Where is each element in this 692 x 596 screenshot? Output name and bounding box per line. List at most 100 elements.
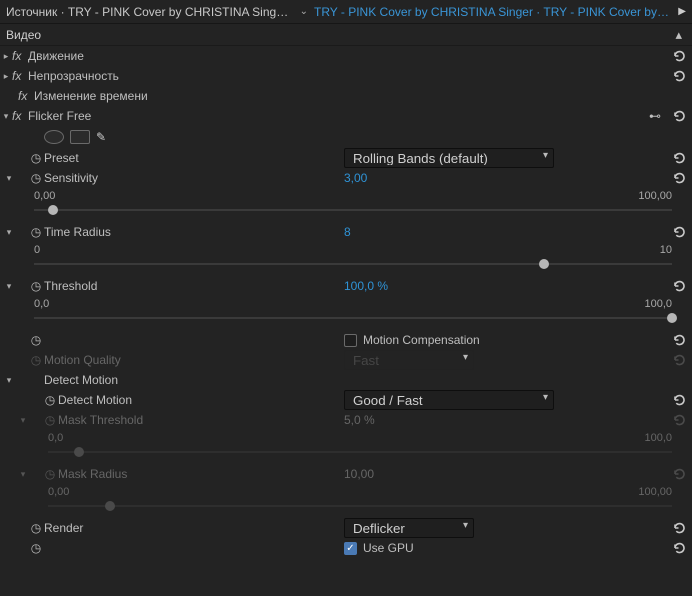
chevron-down-icon[interactable]: ⌄ — [300, 6, 308, 17]
param-render: ◷ Render Deflicker — [0, 518, 692, 538]
param-use-gpu: ◷ x ✓Use GPU — [0, 538, 692, 558]
effect-label: Flicker Free — [28, 109, 91, 123]
rect-mask-icon[interactable] — [70, 130, 90, 144]
effect-flicker-free[interactable]: fx Flicker Free ⊷ — [0, 106, 692, 126]
mask-radius-slider: 0,00 100,00 — [0, 484, 692, 518]
slider-max: 100,0 — [644, 298, 672, 310]
slider-max: 100,0 — [644, 432, 672, 444]
reset-icon[interactable] — [672, 541, 686, 555]
preset-dropdown[interactable]: Rolling Bands (default) — [344, 148, 554, 168]
play-icon[interactable]: ▶ — [678, 6, 686, 17]
param-label: Sensitivity — [44, 171, 98, 185]
slider-min: 0,00 — [34, 190, 55, 202]
reset-icon[interactable] — [672, 69, 686, 83]
param-preset: ◷ Preset Rolling Bands (default) — [0, 148, 692, 168]
param-label: Mask Threshold — [58, 413, 143, 427]
twisty-icon[interactable] — [0, 51, 12, 62]
param-mask-threshold: ◷ Mask Threshold 5,0 % — [0, 410, 692, 430]
fx-icon: fx — [12, 49, 28, 63]
stopwatch-icon[interactable]: ◷ — [28, 541, 44, 555]
detect-motion-dropdown[interactable]: Good / Fast — [344, 390, 554, 410]
effect-label: Движение — [28, 49, 84, 63]
fx-icon: fx — [18, 89, 34, 103]
param-label: Time Radius — [44, 225, 111, 239]
use-gpu-checkbox[interactable]: ✓ — [344, 542, 357, 555]
param-time-radius: ◷ Time Radius 8 — [0, 222, 692, 242]
menu-icon[interactable]: ▴ — [671, 27, 686, 43]
clip-tab[interactable]: TRY - PINK Cover by CHRISTINA Singer · T… — [314, 5, 672, 19]
title-bar: Источник · TRY - PINK Cover by CHRISTINA… — [0, 0, 692, 24]
reset-icon[interactable] — [672, 109, 686, 123]
stopwatch-icon[interactable]: ◷ — [28, 521, 44, 535]
param-mask-radius: ◷ Mask Radius 10,00 — [0, 464, 692, 484]
param-value[interactable]: 8 — [344, 225, 351, 239]
twisty-icon[interactable] — [17, 415, 29, 426]
group-label: Detect Motion — [44, 373, 118, 387]
reset-icon[interactable] — [672, 151, 686, 165]
slider-min: 0,00 — [48, 486, 69, 498]
effect-timeremap[interactable]: fx Изменение времени — [0, 86, 692, 106]
reset-icon — [672, 353, 686, 367]
twisty-icon[interactable] — [0, 71, 12, 82]
param-label: Render — [44, 521, 83, 535]
video-section-header: Видео ▴ — [0, 24, 692, 46]
slider-max: 100,00 — [638, 486, 672, 498]
param-label: Motion Compensation — [363, 333, 480, 347]
threshold-slider[interactable]: 0,0 100,0 — [0, 296, 692, 330]
reset-icon — [672, 413, 686, 427]
twisty-icon[interactable] — [3, 281, 15, 292]
param-detect-motion: ◷ Detect Motion Good / Fast — [0, 390, 692, 410]
video-section-title: Видео — [6, 28, 671, 42]
effect-motion[interactable]: fx Движение — [0, 46, 692, 66]
slider-min: 0 — [34, 244, 40, 256]
effect-opacity[interactable]: fx Непрозрачность — [0, 66, 692, 86]
reset-icon[interactable] — [672, 225, 686, 239]
effect-label: Изменение времени — [34, 89, 148, 103]
group-detect-motion: ◷ Detect Motion — [0, 370, 692, 390]
stopwatch-icon[interactable]: ◷ — [42, 393, 58, 407]
stopwatch-icon[interactable]: ◷ — [28, 171, 44, 185]
param-label: Preset — [44, 151, 79, 165]
mask-threshold-slider: 0,0 100,0 — [0, 430, 692, 464]
pen-mask-icon[interactable]: ✎ — [96, 130, 106, 144]
twisty-icon[interactable] — [3, 375, 15, 386]
param-value[interactable]: 3,00 — [344, 171, 367, 185]
slider-min: 0,0 — [48, 432, 63, 444]
stopwatch-icon[interactable]: ◷ — [28, 333, 44, 347]
param-label: Motion Quality — [44, 353, 121, 367]
reset-icon[interactable] — [672, 171, 686, 185]
reset-icon[interactable] — [672, 333, 686, 347]
param-value: 5,0 % — [344, 413, 375, 427]
param-label: Threshold — [44, 279, 97, 293]
param-threshold: ◷ Threshold 100,0 % — [0, 276, 692, 296]
twisty-icon[interactable] — [3, 173, 15, 184]
param-motion-compensation: ◷ x Motion Compensation — [0, 330, 692, 350]
fx-icon: fx — [12, 109, 28, 123]
stopwatch-icon[interactable]: ◷ — [28, 279, 44, 293]
param-label: Mask Radius — [58, 467, 127, 481]
stopwatch-icon[interactable]: ◷ — [28, 151, 44, 165]
mask-shapes: ✎ — [0, 126, 692, 148]
render-dropdown[interactable]: Deflicker — [344, 518, 474, 538]
reset-icon[interactable] — [672, 49, 686, 63]
slider-max: 10 — [660, 244, 672, 256]
motion-comp-checkbox[interactable] — [344, 334, 357, 347]
slider-min: 0,0 — [34, 298, 49, 310]
time-radius-slider[interactable]: 0 10 — [0, 242, 692, 276]
twisty-icon[interactable] — [3, 227, 15, 238]
reset-icon[interactable] — [672, 393, 686, 407]
reset-icon[interactable] — [672, 521, 686, 535]
effect-label: Непрозрачность — [28, 69, 119, 83]
slider-max: 100,00 — [638, 190, 672, 202]
twisty-icon[interactable] — [17, 469, 29, 480]
anchor-icon[interactable]: ⊷ — [648, 109, 662, 123]
reset-icon[interactable] — [672, 279, 686, 293]
twisty-icon[interactable] — [0, 111, 12, 122]
sensitivity-slider[interactable]: 0,00 100,00 — [0, 188, 692, 222]
stopwatch-icon[interactable]: ◷ — [28, 225, 44, 239]
param-motion-quality: ◷ Motion Quality Fast — [0, 350, 692, 370]
source-label: Источник · TRY - PINK Cover by CHRISTINA… — [6, 5, 294, 19]
ellipse-mask-icon[interactable] — [44, 130, 64, 144]
param-label: Use GPU — [363, 541, 414, 555]
param-value[interactable]: 100,0 % — [344, 279, 388, 293]
